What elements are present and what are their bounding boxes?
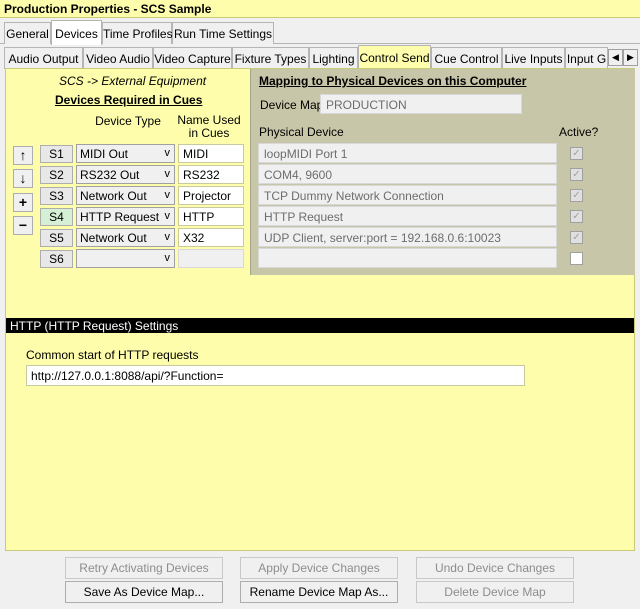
device-type-value: RS232 Out (80, 168, 140, 182)
devices-required-heading: Devices Required in Cues (55, 93, 203, 107)
device-type-select[interactable]: RS232 Out v (76, 165, 175, 184)
slot-button-s2[interactable]: S2 (40, 166, 73, 184)
tab-run-time-settings[interactable]: Run Time Settings (172, 22, 274, 44)
physical-device-header: Physical Device (259, 125, 344, 139)
chevron-down-icon: v (164, 189, 171, 201)
delete-device-map-button[interactable]: Delete Device Map (416, 581, 574, 603)
slot-button-s6[interactable]: S6 (40, 250, 73, 268)
tab-control-send[interactable]: Control Send (358, 45, 431, 70)
active-checkbox[interactable]: ✓ (570, 189, 583, 202)
tab-cue-control[interactable]: Cue Control (431, 47, 502, 69)
slot-button-s1[interactable]: S1 (40, 145, 73, 163)
active-header: Active? (559, 125, 599, 139)
tab-fixture-types[interactable]: Fixture Types (232, 47, 309, 69)
physical-device-field[interactable]: loopMIDI Port 1 (258, 143, 557, 163)
add-device-button[interactable]: + (13, 193, 33, 212)
tab-video-audio[interactable]: Video Audio (83, 47, 153, 69)
active-checkbox[interactable]: ✓ (570, 210, 583, 223)
physical-device-field[interactable]: HTTP Request (258, 206, 557, 226)
physical-device-field[interactable]: COM4, 9600 (258, 164, 557, 184)
retry-activating-button[interactable]: Retry Activating Devices (65, 557, 223, 579)
tab-input-groups[interactable]: Input G (565, 47, 608, 69)
sub-tab-bar: Audio Output Video Audio Video Capture F… (4, 45, 638, 70)
device-type-value: MIDI Out (80, 147, 129, 161)
device-name-input[interactable]: X32 (178, 228, 244, 247)
active-checkbox[interactable]: ✓ (570, 231, 583, 244)
device-type-value: Network Out (80, 231, 147, 245)
chevron-down-icon: v (164, 252, 171, 264)
chevron-down-icon: v (164, 231, 171, 243)
device-name-input[interactable] (178, 249, 244, 268)
device-type-value: Network Out (80, 189, 147, 203)
active-checkbox[interactable]: ✓ (570, 168, 583, 181)
tab-live-inputs[interactable]: Live Inputs (502, 47, 565, 69)
tab-general[interactable]: General (4, 22, 51, 44)
active-checkbox[interactable] (570, 252, 583, 265)
chevron-down-icon: v (164, 210, 171, 222)
mapping-title: Mapping to Physical Devices on this Comp… (259, 74, 527, 88)
device-type-select[interactable]: HTTP Request v (76, 207, 175, 226)
slot-button-s5[interactable]: S5 (40, 229, 73, 247)
tab-lighting[interactable]: Lighting (309, 47, 358, 69)
mapping-panel: Mapping to Physical Devices on this Comp… (250, 69, 635, 275)
slot-button-s3[interactable]: S3 (40, 187, 73, 205)
move-down-button[interactable]: ↓ (13, 169, 33, 188)
main-tab-bar: General Devices Time Profiles Run Time S… (0, 20, 640, 45)
device-type-select[interactable]: v (76, 249, 175, 268)
rename-device-map-button[interactable]: Rename Device Map As... (240, 581, 398, 603)
common-start-input[interactable]: http://127.0.0.1:8088/api/?Function= (26, 365, 525, 386)
common-start-label: Common start of HTTP requests (26, 348, 199, 362)
device-type-value: HTTP Request (80, 210, 160, 224)
http-settings-header: HTTP (HTTP Request) Settings (6, 318, 634, 333)
window-title: Production Properties - SCS Sample (0, 0, 640, 18)
tab-scroll-right-icon[interactable]: ▶ (623, 49, 638, 66)
direction-label: SCS -> External Equipment (59, 74, 207, 88)
device-type-header: Device Type (95, 114, 161, 128)
save-as-device-map-button[interactable]: Save As Device Map... (65, 581, 223, 603)
device-map-field[interactable]: PRODUCTION (320, 94, 522, 114)
apply-device-changes-button[interactable]: Apply Device Changes (240, 557, 398, 579)
device-name-input[interactable]: HTTP (178, 207, 244, 226)
chevron-down-icon: v (164, 168, 171, 180)
tab-scroll-left-icon[interactable]: ◀ (608, 49, 623, 66)
physical-device-field[interactable] (258, 248, 557, 268)
physical-device-field[interactable]: TCP Dummy Network Connection (258, 185, 557, 205)
chevron-down-icon: v (164, 147, 171, 159)
remove-device-button[interactable]: − (13, 216, 33, 235)
slot-button-s4[interactable]: S4 (40, 208, 73, 226)
control-send-panel: SCS -> External Equipment Devices Requir… (5, 68, 635, 551)
move-up-button[interactable]: ↑ (13, 146, 33, 165)
undo-device-changes-button[interactable]: Undo Device Changes (416, 557, 574, 579)
device-name-input[interactable]: Projector (178, 186, 244, 205)
device-type-select[interactable]: Network Out v (76, 186, 175, 205)
active-checkbox[interactable]: ✓ (570, 147, 583, 160)
tab-devices[interactable]: Devices (51, 20, 102, 45)
device-name-input[interactable]: RS232 (178, 165, 244, 184)
tab-audio-output[interactable]: Audio Output (4, 47, 83, 69)
tab-video-capture[interactable]: Video Capture (153, 47, 232, 69)
name-used-header: Name Used in Cues (177, 113, 241, 140)
device-map-label: Device Map (260, 98, 324, 112)
physical-device-field[interactable]: UDP Client, server:port = 192.168.0.6:10… (258, 227, 557, 247)
tab-time-profiles[interactable]: Time Profiles (102, 22, 173, 44)
device-name-input[interactable]: MIDI (178, 144, 244, 163)
device-type-select[interactable]: Network Out v (76, 228, 175, 247)
device-type-select[interactable]: MIDI Out v (76, 144, 175, 163)
